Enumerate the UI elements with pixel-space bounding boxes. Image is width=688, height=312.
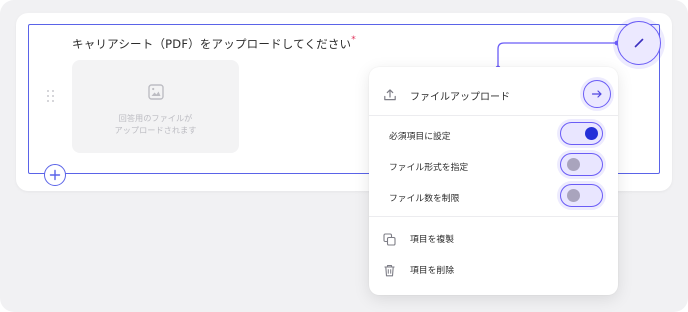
trash-icon (383, 262, 396, 281)
upload-hint-line1: 回答用のファイルが (118, 112, 193, 123)
question-title-text: キャリアシート（PDF）をアップロードしてください (72, 37, 352, 51)
toggle-file-format[interactable] (560, 153, 603, 176)
edit-button[interactable] (617, 21, 661, 65)
delete-item-action[interactable]: 項目を削除 (369, 258, 618, 280)
menu-divider (369, 115, 618, 116)
toggle-file-count-label: ファイル数を制限 (389, 194, 460, 204)
pencil-icon (634, 38, 644, 48)
toggle-required[interactable] (560, 122, 603, 145)
toggle-required-label: 必須項目に設定 (389, 132, 451, 142)
toggle-knob (567, 189, 580, 202)
arrow-right-icon (591, 90, 602, 98)
toggle-file-format-label: ファイル形式を指定 (389, 163, 469, 173)
change-type-button[interactable] (583, 80, 611, 108)
delete-item-label: 項目を削除 (410, 266, 454, 276)
drag-handle-icon[interactable] (47, 90, 55, 103)
question-type-label: ファイルアップロード (410, 92, 510, 103)
menu-header: ファイルアップロード (369, 81, 618, 107)
add-question-button[interactable] (44, 164, 66, 186)
image-icon (147, 83, 164, 104)
file-upload-placeholder: 回答用のファイルが アップロードされます (72, 60, 239, 153)
question-title[interactable]: キャリアシート（PDF）をアップロードしてください* (72, 35, 356, 52)
toggle-file-count[interactable] (560, 184, 603, 207)
upload-hint: 回答用のファイルが アップロードされます (115, 112, 197, 136)
menu-divider (369, 216, 618, 217)
required-asterisk: * (351, 35, 356, 45)
toggle-knob (567, 158, 580, 171)
duplicate-item-action[interactable]: 項目を複製 (369, 227, 618, 249)
upload-icon (383, 87, 397, 106)
upload-hint-line2: アップロードされます (114, 124, 197, 135)
question-settings-menu: ファイルアップロード 必須項目に設定 ファイル形式を指定 ファイル数を制限 項目… (369, 67, 618, 295)
duplicate-icon (383, 231, 396, 250)
duplicate-item-label: 項目を複製 (410, 235, 454, 245)
toggle-knob (585, 127, 598, 140)
plus-icon (49, 169, 61, 181)
